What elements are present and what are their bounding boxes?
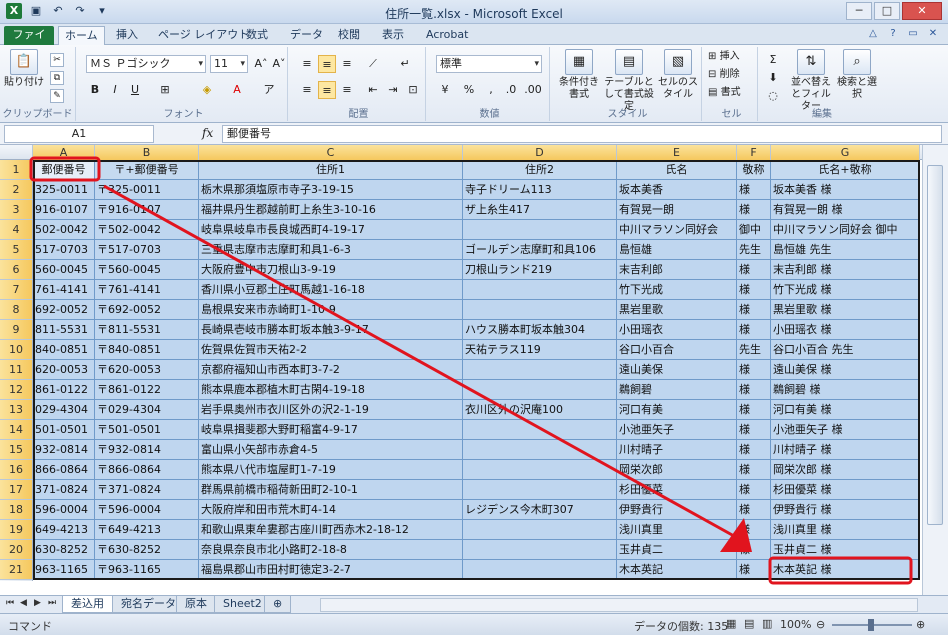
status-count: データの個数: 135 [634,620,729,633]
horizontal-scrollbar[interactable] [320,598,918,612]
annotation-arrow-line [103,184,735,538]
sheet-tab-sheet2[interactable]: Sheet2 [214,596,271,613]
status-mode: コマンド [8,620,52,633]
status-bar: コマンド データの個数: 135 ▦ ▤ ▥ 100% ⊖ ⊕ [0,613,948,635]
next-sheet-icon[interactable]: ▶ [34,598,41,608]
normal-view-icon[interactable]: ▦ [726,617,736,630]
new-sheet-icon[interactable]: ⊕ [264,596,292,613]
last-sheet-icon[interactable]: ⏭ [48,598,56,608]
annotation-arrow-head [720,518,752,552]
sheet-tab-atena[interactable]: 宛名データ [112,596,185,613]
zoom-level[interactable]: 100% [780,618,811,631]
zoom-in-icon[interactable]: ⊕ [916,618,925,631]
page-layout-view-icon[interactable]: ▤ [744,617,754,630]
sheet-tab-sashikomi[interactable]: 差込用 [62,596,113,613]
sheet-tab-bar: ⏮ ◀ ▶ ⏭ 差込用 宛名データ 原本 Sheet2 ⊕ [0,595,948,613]
highlight-box-header [29,156,101,182]
highlight-box-result [768,556,913,585]
prev-sheet-icon[interactable]: ◀ [20,598,27,608]
annotation-overlay [29,156,913,585]
first-sheet-icon[interactable]: ⏮ [6,598,14,608]
sheet-tab-genpon[interactable]: 原本 [176,596,216,613]
zoom-slider-thumb[interactable] [868,619,874,631]
zoom-out-icon[interactable]: ⊖ [816,618,825,631]
page-break-view-icon[interactable]: ▥ [762,617,772,630]
